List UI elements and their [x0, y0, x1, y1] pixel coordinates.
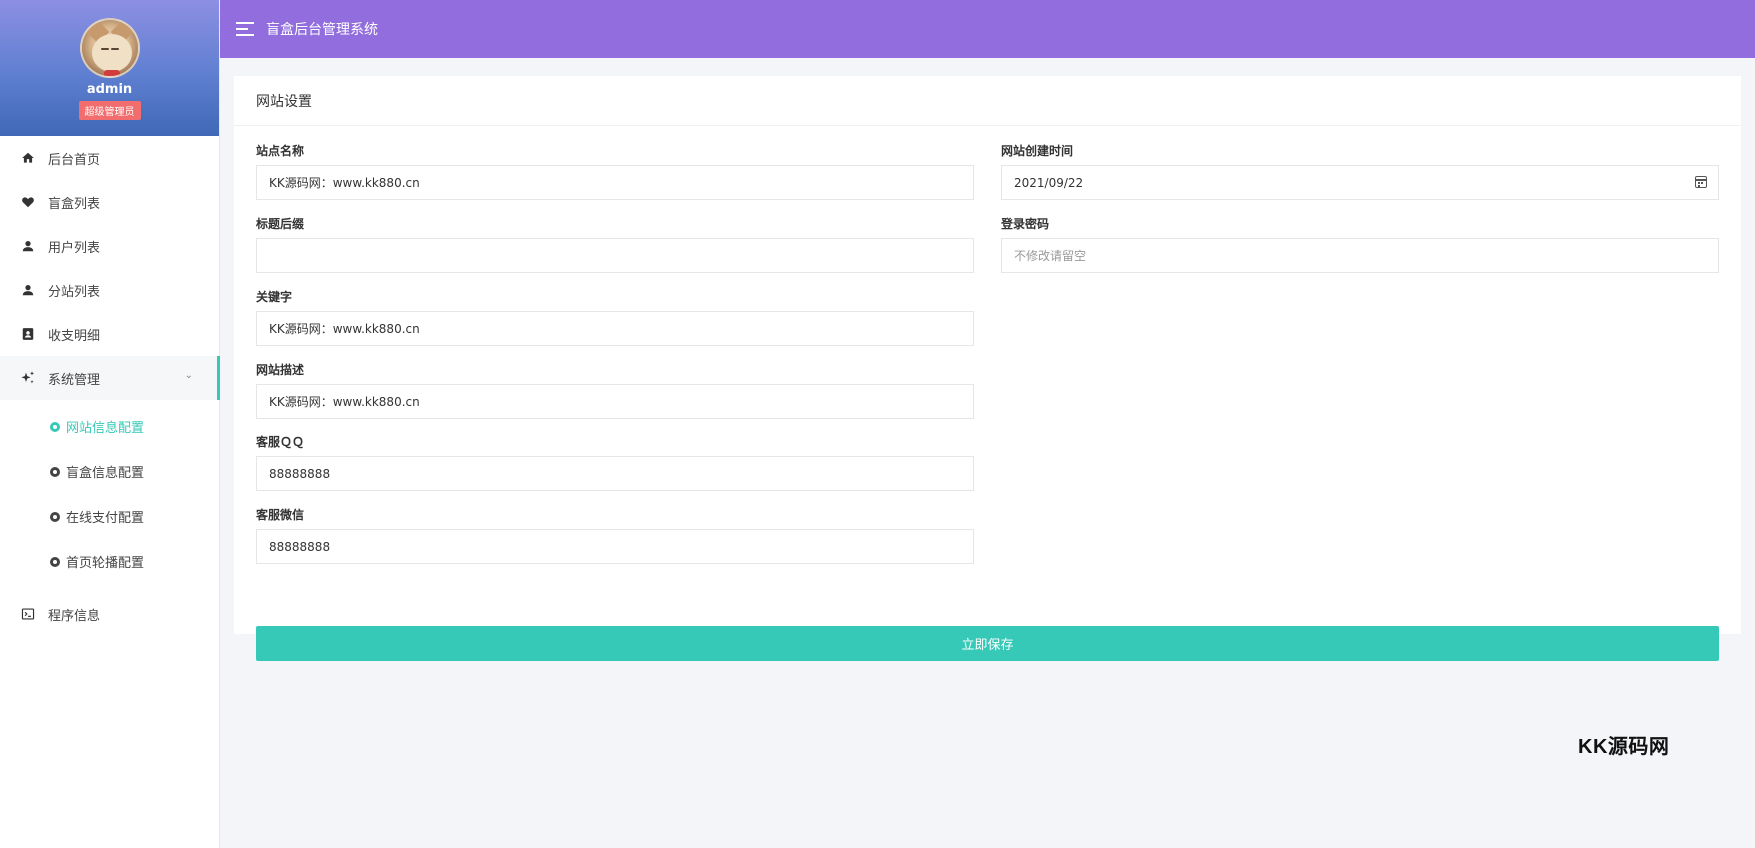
sidebar-item-home[interactable]: 后台首页	[0, 136, 219, 180]
keywords-input[interactable]	[256, 311, 974, 346]
sidebar-item-finance[interactable]: 收支明细	[0, 312, 219, 356]
app-title: 盲盒后台管理系统	[266, 22, 378, 38]
submenu-item-pay-config[interactable]: 在线支付配置	[0, 494, 219, 539]
topbar: 盲盒后台管理系统	[220, 0, 1755, 58]
compass-icon	[50, 466, 60, 477]
settings-card: 网站设置 站点名称 标题后缀 关键字 网站描述 客服ＱＱ 客服微信 网站	[234, 76, 1741, 661]
sidebar-item-label: 分站列表	[48, 284, 101, 300]
title-suffix-field: 标题后缀	[256, 215, 974, 273]
site-name-field: 站点名称	[256, 142, 974, 200]
sparkle-icon	[20, 370, 36, 386]
title-suffix-input[interactable]	[256, 238, 974, 273]
sidebar-item-label: 后台首页	[48, 152, 101, 168]
keywords-field: 关键字	[256, 288, 974, 346]
password-label: 登录密码	[1001, 217, 1050, 231]
description-input[interactable]	[256, 384, 974, 419]
keywords-label: 关键字	[256, 290, 293, 304]
sidebar-item-system[interactable]: 系统管理 ⌄	[0, 356, 220, 400]
avatar[interactable]	[79, 18, 140, 78]
wechat-label: 客服微信	[256, 508, 305, 522]
terminal-icon	[20, 606, 36, 622]
sidebar-item-label: 程序信息	[48, 608, 101, 624]
sidebar-menu-bottom: 程序信息	[0, 592, 219, 636]
password-field: 登录密码	[1001, 215, 1719, 273]
chevron-down-icon: ⌄	[184, 370, 193, 381]
user-icon	[20, 238, 36, 254]
sidebar-item-label: 系统管理	[48, 372, 101, 388]
sidebar-item-substations[interactable]: 分站列表	[0, 268, 219, 312]
submenu-item-box-config[interactable]: 盲盒信息配置	[0, 449, 219, 494]
wechat-input[interactable]	[256, 529, 974, 564]
wechat-field: 客服微信	[256, 506, 974, 564]
sidebar-item-blindbox[interactable]: 盲盒列表	[0, 180, 219, 224]
qq-field: 客服ＱＱ	[256, 433, 974, 491]
sidebar-item-label: 收支明细	[48, 328, 101, 344]
sidebar: admin 超级管理员 后台首页 盲盒列表 用户列表 分站列表 收支明细 系统管…	[0, 0, 220, 848]
sidebar-item-label: 盲盒列表	[48, 196, 101, 212]
submenu-item-label: 盲盒信息配置	[66, 466, 145, 481]
qq-label: 客服ＱＱ	[256, 435, 305, 449]
created-date-label: 网站创建时间	[1001, 144, 1074, 158]
submenu-item-label: 在线支付配置	[66, 511, 145, 526]
profile-name: admin	[86, 82, 133, 97]
sidebar-item-program[interactable]: 程序信息	[0, 592, 219, 636]
title-suffix-label: 标题后缀	[256, 217, 305, 231]
description-label: 网站描述	[256, 363, 305, 377]
role-badge: 超级管理员	[78, 101, 141, 120]
sidebar-item-users[interactable]: 用户列表	[0, 224, 219, 268]
contact-book-icon	[20, 326, 36, 342]
date-input-wrap	[1001, 160, 1719, 200]
password-input[interactable]	[1001, 238, 1719, 273]
sidebar-menu: 后台首页 盲盒列表 用户列表 分站列表 收支明细 系统管理 ⌄	[0, 136, 220, 400]
watermark-text: KK源码网	[1578, 736, 1670, 758]
created-date-field: 网站创建时间	[1001, 142, 1719, 200]
submenu-item-label: 首页轮播配置	[66, 556, 145, 571]
submenu-item-banner-config[interactable]: 首页轮播配置	[0, 539, 219, 584]
site-name-label: 站点名称	[256, 144, 305, 158]
home-icon	[20, 150, 36, 166]
created-date-input[interactable]	[1001, 165, 1719, 200]
save-button[interactable]: 立即保存	[256, 626, 1719, 661]
submenu-item-label: 网站信息配置	[66, 421, 145, 436]
sidebar-item-label: 用户列表	[48, 240, 101, 256]
calendar-icon[interactable]	[1695, 176, 1707, 188]
compass-icon	[50, 556, 60, 567]
compass-icon	[50, 421, 60, 432]
menu-toggle-icon[interactable]	[236, 22, 254, 36]
site-name-input[interactable]	[256, 165, 974, 200]
user-icon	[20, 282, 36, 298]
heart-icon	[20, 194, 36, 210]
system-submenu: 网站信息配置 盲盒信息配置 在线支付配置 首页轮播配置	[0, 400, 219, 592]
card-title: 网站设置	[234, 76, 1741, 126]
description-field: 网站描述	[256, 361, 974, 419]
submenu-item-site-config[interactable]: 网站信息配置	[0, 404, 219, 449]
compass-icon	[50, 511, 60, 522]
qq-input[interactable]	[256, 456, 974, 491]
profile-panel: admin 超级管理员	[0, 0, 219, 136]
